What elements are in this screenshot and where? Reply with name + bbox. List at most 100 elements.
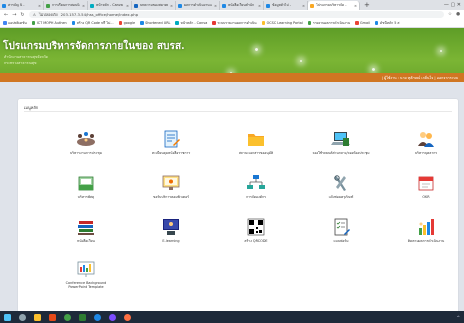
close-icon[interactable]: × xyxy=(214,4,217,8)
back-icon[interactable]: ← xyxy=(4,12,8,18)
menu-item-approval-status[interactable]: สถานะเอกสารขออนุมัติ xyxy=(216,129,296,163)
close-icon[interactable]: × xyxy=(170,4,173,8)
bookmark-item[interactable]: รายงานผลการดำเนินงาน xyxy=(307,21,350,26)
excel-icon[interactable] xyxy=(79,313,86,321)
menu-label: สร้าง QRCODE xyxy=(244,239,268,243)
browser-tab[interactable]: สารบัญ นิ - × xyxy=(0,1,44,10)
bookmark-favicon-icon xyxy=(31,21,36,25)
computer-book-icon xyxy=(331,132,350,146)
windows-icon[interactable] xyxy=(4,313,11,321)
bookmark-item[interactable]: สร้าง QR Code ฟรี ไม่... xyxy=(71,21,114,26)
edge-icon[interactable] xyxy=(94,313,101,321)
bookmark-item[interactable]: OCSC Learning Portal xyxy=(261,21,303,25)
browser-tab[interactable]: ผลการดำเนินงานและ× xyxy=(176,1,220,10)
close-icon[interactable]: × xyxy=(38,4,41,8)
people-icon xyxy=(418,132,434,147)
browser-tab[interactable]: โปรแกรมบริหารจัด - × xyxy=(308,1,360,10)
bookmark-favicon-icon xyxy=(374,21,379,25)
tab-favicon-icon xyxy=(134,3,138,8)
star-icon[interactable]: ☆ xyxy=(448,12,452,17)
bookmark-label: Shortened URL xyxy=(145,21,171,25)
window-controls[interactable]: — ▢ ✕ xyxy=(441,1,464,10)
bookmark-item[interactable]: หน้าหลัก - Canva xyxy=(175,21,207,26)
menu-item-repair[interactable]: แจ้งซ่อมครุภัณฑ์ xyxy=(301,173,381,207)
close-icon[interactable]: × xyxy=(126,4,129,8)
bookmark-label: Gmail xyxy=(360,21,370,25)
main-menu-panel: เมนูหลัก บริหารงานการประชุม ทะเบียนคุมหน… xyxy=(18,99,458,319)
menu-item-conference-template[interactable]: Conference Background PowerPoint Templat… xyxy=(46,259,126,303)
meeting-icon xyxy=(77,132,95,146)
close-icon[interactable]: × xyxy=(258,4,261,8)
new-tab-button[interactable]: + xyxy=(360,1,374,10)
tab-label: สารบัญ นิ - xyxy=(8,3,25,7)
divider xyxy=(24,111,452,112)
menu-item-meeting[interactable]: บริหารงานการประชุม xyxy=(46,129,126,163)
menu-item-tracking[interactable]: ติดตามผลการดำเนินงาน xyxy=(386,217,464,251)
site-subtitle-2: กระทรวงสาธารณสุข xyxy=(4,61,37,65)
bookmark-favicon-icon xyxy=(3,21,7,25)
browser-tab[interactable]: บทความของสมาคม -× xyxy=(132,1,176,10)
messenger-icon[interactable] xyxy=(109,313,116,321)
tab-label: บทความของสมาคม - xyxy=(140,3,168,7)
menu-item-forms[interactable]: แบบฟอร์ม xyxy=(301,217,381,251)
tab-label: ข้อมูลทั่วไป - xyxy=(272,3,291,7)
elearning-icon xyxy=(163,219,179,235)
menu-item-documents[interactable]: ทะเบียนคุมหนังสือราชการ xyxy=(131,129,211,163)
menu-item-booking[interactable]: จองใช้รถยนต์ส่วนกลาง/จองห้องประชุม xyxy=(301,129,381,163)
menu-label: Conference Background PowerPoint Templat… xyxy=(65,281,107,289)
bar-chart-icon xyxy=(419,219,434,235)
banner-light xyxy=(440,50,442,52)
explorer-icon[interactable] xyxy=(34,313,41,321)
bookmark-label: ICT MOPH Authen xyxy=(36,21,67,25)
not-secure-icon[interactable]: ⚠ xyxy=(33,12,36,17)
bookmark-item[interactable]: แอปพลิเคชัน xyxy=(3,21,27,26)
forward-icon[interactable]: → xyxy=(12,12,16,18)
menu-item-inventory[interactable]: บริหารพัสดุ xyxy=(46,173,126,207)
menu-item-personnel[interactable]: บริหารบุคลากร xyxy=(386,129,464,163)
bookmark-item[interactable]: google xyxy=(118,21,135,25)
tab-favicon-icon xyxy=(178,3,182,8)
menu-item-elearning[interactable]: E-learning xyxy=(131,217,211,251)
bookmark-item[interactable]: ดัชนีหลัก 5 ส xyxy=(374,21,400,26)
reload-icon[interactable]: ↻ xyxy=(20,12,24,18)
powerpoint-icon[interactable] xyxy=(49,313,56,321)
bookmarks-bar: แอปพลิเคชัน ICT MOPH Authen สร้าง QR Code … xyxy=(0,19,464,28)
tab-favicon-icon xyxy=(266,3,270,8)
system-tray[interactable]: ^ xyxy=(457,315,460,320)
monitor-icon xyxy=(162,175,180,190)
close-icon[interactable]: × xyxy=(302,4,305,8)
browser-tab[interactable]: ข้อมูลทั่วไป - × xyxy=(264,1,308,10)
browser-tab[interactable]: การเรียนการสอนนิ - × xyxy=(44,1,88,10)
banner-light xyxy=(372,68,375,71)
bookmark-item[interactable]: ระบบรายงานผลการดำเนิน xyxy=(212,21,257,26)
menu-item-qrcode[interactable]: สร้าง QRCODE xyxy=(216,217,296,251)
close-icon[interactable]: × xyxy=(82,4,85,8)
bookmark-favicon-icon xyxy=(71,21,76,25)
menu-label: บริหารพัสดุ xyxy=(77,195,95,199)
url-field[interactable]: ⚠ ไม่ปลอดภัย 203.157.3.54/hss_office/hom… xyxy=(28,11,444,18)
menu-item-computer-service[interactable]: ขอรับบริการคอมพิวเตอร์ xyxy=(131,173,211,207)
user-info[interactable]: | ผู้ใช้งาน : นาย ทุลักษณ์ เกลิ่นใจ | ออ… xyxy=(382,75,458,81)
tab-favicon-icon xyxy=(2,3,6,8)
browser-tab[interactable]: หน้าหลัก - Canva × xyxy=(88,1,132,10)
menu-label: ทะเบียนคุมหนังสือราชการ xyxy=(151,151,191,155)
menu-item-circular-letters[interactable]: หนังสือเวียน xyxy=(46,217,126,251)
bookmark-label: หน้าหลัก - Canva xyxy=(180,20,208,25)
menu-item-organization[interactable]: การจัดองค์กร xyxy=(216,173,296,207)
tab-label: ผลการดำเนินงานและ xyxy=(184,3,212,7)
bookmark-item[interactable]: Shortened URL xyxy=(140,21,170,25)
firefox-icon[interactable] xyxy=(124,313,131,321)
search-icon[interactable] xyxy=(19,313,26,321)
bookmark-item[interactable]: Gmail xyxy=(355,21,370,25)
chrome-icon[interactable] xyxy=(64,313,71,321)
bookmark-favicon-icon xyxy=(140,21,144,25)
close-icon[interactable]: × xyxy=(354,4,357,8)
address-bar: ← → ↻ ⚠ ไม่ปลอดภัย 203.157.3.54/hss_offi… xyxy=(0,10,464,19)
url-text: 203.157.3.54/hss_office/home/index.php xyxy=(60,12,139,17)
bookmark-item[interactable]: ICT MOPH Authen xyxy=(31,21,67,25)
inventory-icon xyxy=(78,176,94,191)
browser-tab[interactable]: หนังสือเวียนสำนัก × xyxy=(220,1,264,10)
profile-icon[interactable]: ● xyxy=(456,12,460,17)
menu-label: ขอรับบริการคอมพิวเตอร์ xyxy=(153,195,189,199)
menu-item-okr[interactable]: OKR xyxy=(386,173,464,207)
